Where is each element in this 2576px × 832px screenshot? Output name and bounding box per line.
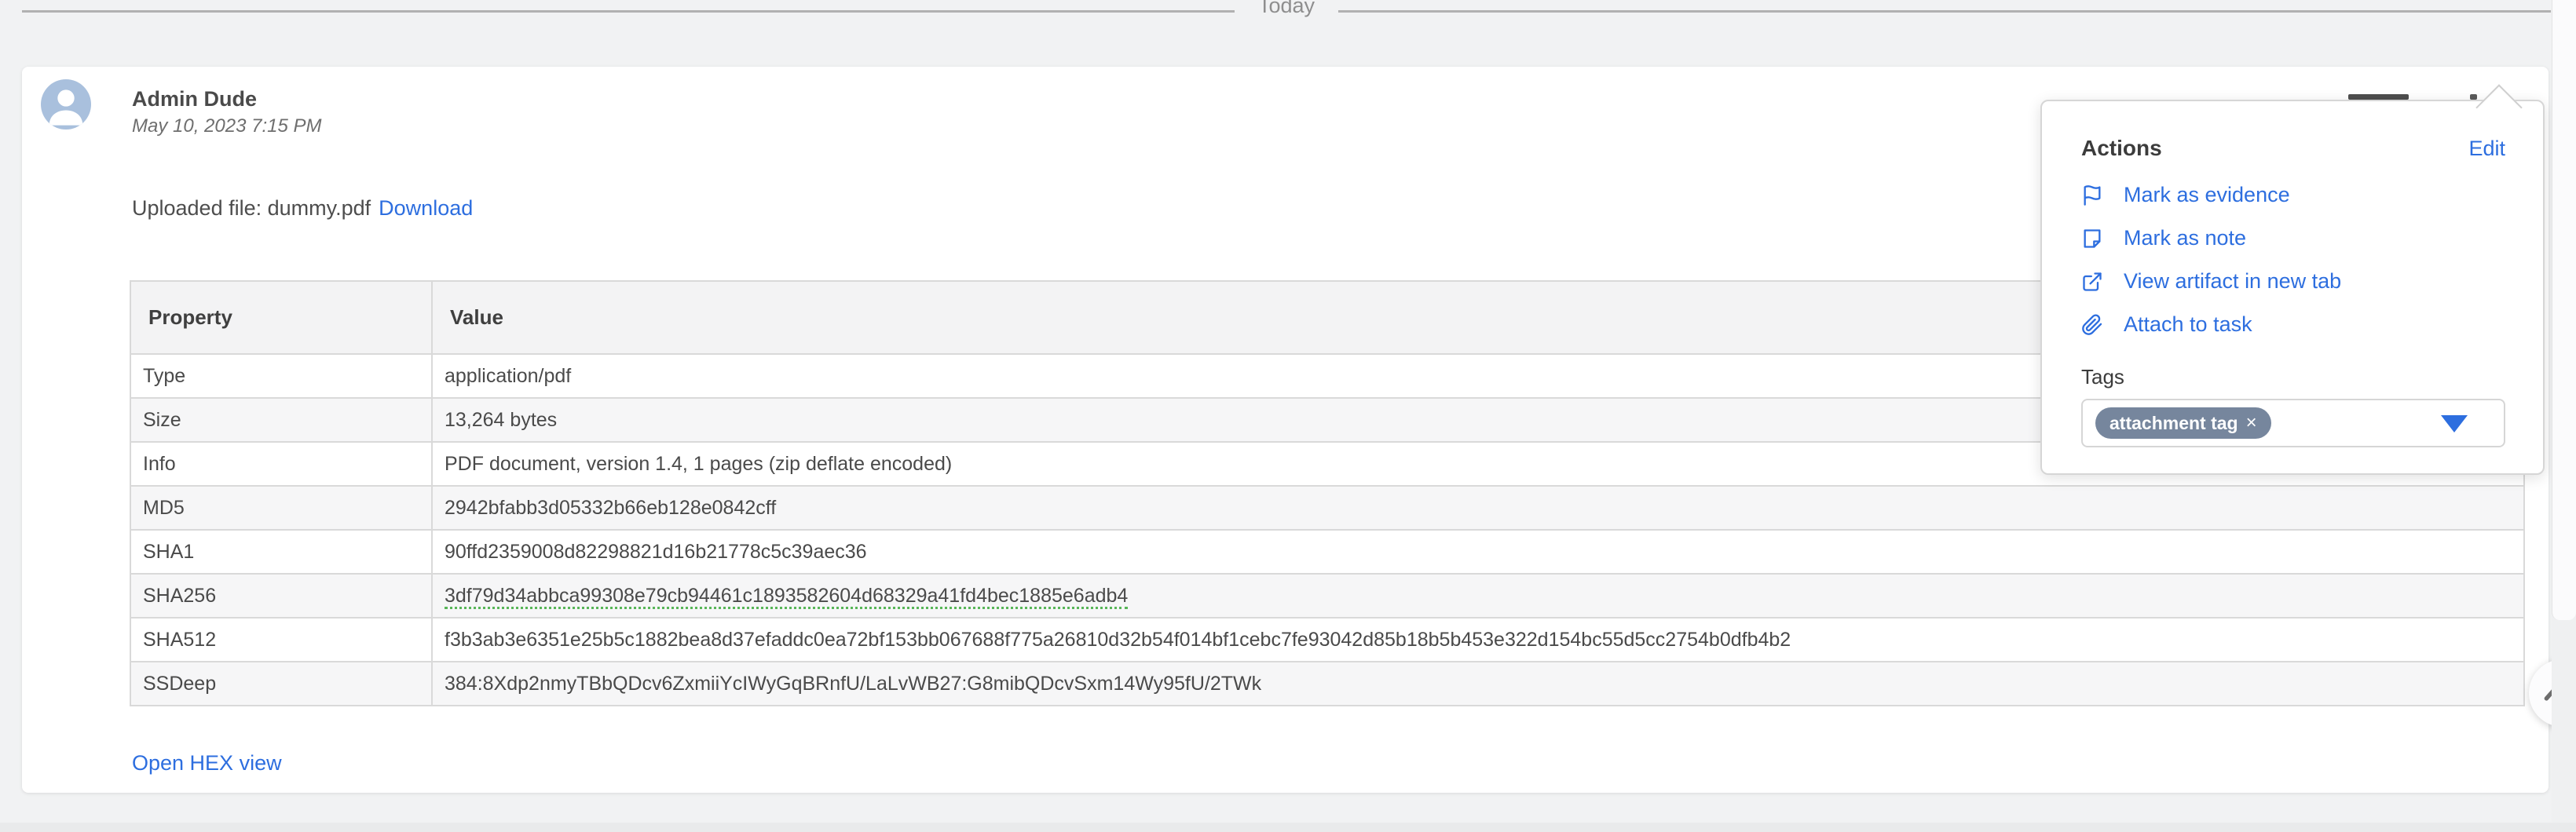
hidden-toolbar-icon-fragment xyxy=(2348,94,2409,100)
property-cell: SHA512 xyxy=(130,618,432,662)
menu-item-mark-as-note[interactable]: Mark as note xyxy=(2081,217,2505,260)
property-cell: MD5 xyxy=(130,486,432,530)
tags-label: Tags xyxy=(2081,365,2505,389)
sha256-link[interactable]: 3df79d34abbca99308e79cb94461c1893582604d… xyxy=(445,585,1128,609)
horizontal-scrollbar[interactable] xyxy=(0,823,2576,832)
divider-label: Today xyxy=(1235,0,1338,16)
value-cell: 90ffd2359008d82298821d16b21778c5c39aec36 xyxy=(432,530,2524,574)
open-hex-view-link[interactable]: Open HEX view xyxy=(132,751,282,775)
value-cell: f3b3ab3e6351e25b5c1882bea8d37efaddc0ea72… xyxy=(432,618,2524,662)
hidden-toolbar-icon-fragment xyxy=(2470,94,2477,100)
edit-link[interactable]: Edit xyxy=(2468,137,2505,161)
avatar xyxy=(41,79,91,130)
value-cell: 2942bfabb3d05332b66eb128e0842cff xyxy=(432,486,2524,530)
divider-line-left xyxy=(22,10,1235,13)
tag-pill: attachment tag × xyxy=(2095,407,2271,439)
table-row: SSDeep 384:8Xdp2nmyTBbQDcv6ZxmiiYcIWyGqB… xyxy=(130,662,2524,706)
paperclip-icon xyxy=(2081,314,2103,336)
property-cell: Size xyxy=(130,398,432,442)
property-cell: SHA1 xyxy=(130,530,432,574)
property-cell: Info xyxy=(130,442,432,486)
column-header-property: Property xyxy=(130,281,432,354)
actions-popup: Actions Edit Mark as evidence Mark as no… xyxy=(2040,100,2545,475)
user-icon xyxy=(41,79,91,130)
vertical-scrollbar[interactable] xyxy=(2552,0,2576,832)
dropdown-caret-icon[interactable] xyxy=(2441,415,2468,432)
property-cell: Type xyxy=(130,354,432,398)
menu-item-label: Mark as note xyxy=(2124,226,2246,250)
external-link-icon xyxy=(2081,271,2103,293)
value-cell: 384:8Xdp2nmyTBbQDcv6ZxmiiYcIWyGqBRnfU/La… xyxy=(432,662,2524,706)
table-row: MD5 2942bfabb3d05332b66eb128e0842cff xyxy=(130,486,2524,530)
popup-title: Actions xyxy=(2081,136,2162,161)
table-row: SHA512 f3b3ab3e6351e25b5c1882bea8d37efad… xyxy=(130,618,2524,662)
timestamp: May 10, 2023 7:15 PM xyxy=(132,115,321,137)
menu-item-attach-to-task[interactable]: Attach to task xyxy=(2081,303,2505,346)
property-cell: SSDeep xyxy=(130,662,432,706)
menu-item-label: Attach to task xyxy=(2124,312,2252,337)
tag-remove-icon[interactable]: × xyxy=(2246,412,2257,434)
menu-item-view-artifact[interactable]: View artifact in new tab xyxy=(2081,260,2505,303)
table-row: SHA1 90ffd2359008d82298821d16b21778c5c39… xyxy=(130,530,2524,574)
download-link[interactable]: Download xyxy=(379,196,473,220)
property-cell: SHA256 xyxy=(130,574,432,618)
vertical-scrollbar-thumb[interactable] xyxy=(2552,0,2576,620)
menu-item-label: Mark as evidence xyxy=(2124,183,2290,207)
upload-text: Uploaded file: dummy.pdf xyxy=(132,196,371,220)
table-row: SHA256 3df79d34abbca99308e79cb94461c1893… xyxy=(130,574,2524,618)
today-divider: Today xyxy=(22,0,2551,35)
author-name: Admin Dude xyxy=(132,87,257,111)
tag-label: attachment tag xyxy=(2109,413,2238,434)
menu-item-mark-as-evidence[interactable]: Mark as evidence xyxy=(2081,173,2505,217)
tags-select[interactable]: attachment tag × xyxy=(2081,399,2505,447)
flag-icon xyxy=(2081,184,2103,206)
menu-item-label: View artifact in new tab xyxy=(2124,269,2341,294)
note-icon xyxy=(2081,228,2103,250)
divider-line-right xyxy=(1338,10,2551,13)
